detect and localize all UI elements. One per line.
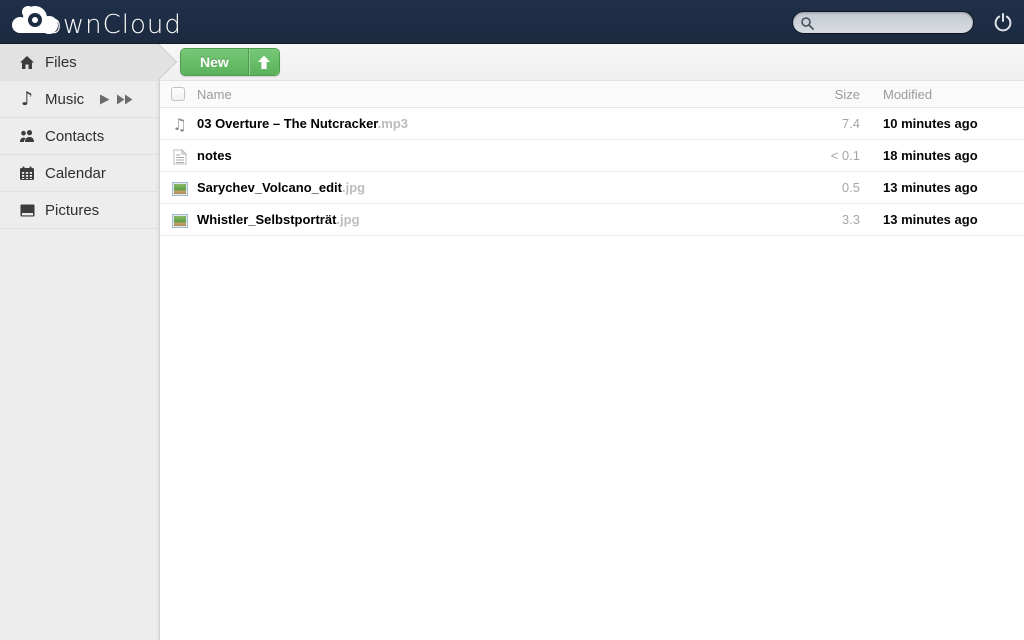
file-size: 7.4	[841, 116, 860, 131]
contacts-icon	[18, 129, 36, 143]
file-size: 0.5	[841, 180, 860, 195]
file-name[interactable]: Sarychev_Volcano_edit.jpg	[197, 180, 365, 195]
search-box[interactable]	[792, 11, 974, 34]
search-icon	[800, 16, 814, 30]
play-icon[interactable]	[98, 93, 111, 106]
document-file-icon	[171, 148, 188, 165]
home-icon	[18, 55, 36, 70]
upload-button[interactable]	[247, 49, 279, 75]
music-note-icon: ♪	[20, 87, 34, 110]
app-title: ownCloud	[46, 9, 182, 40]
file-extension: .jpg	[336, 212, 360, 227]
file-extension: .jpg	[342, 180, 366, 195]
sidebar-item-pictures[interactable]: Pictures	[0, 192, 159, 229]
file-size: 3.3	[841, 212, 860, 227]
file-modified: 10 minutes ago	[883, 116, 978, 131]
file-table-header: Name Size Modified	[160, 81, 1024, 108]
sidebar-nav: Files ♪ Music Contacts Calendar Pictures	[0, 43, 178, 640]
file-list: ♫ 03 Overture – The Nutcracker.mp3 7.4 1…	[160, 108, 1024, 236]
audio-file-icon: ♫	[172, 114, 187, 134]
image-file-icon	[171, 180, 188, 197]
upload-arrow-icon	[257, 55, 270, 69]
file-size: < 0.1	[830, 148, 860, 163]
calendar-icon	[18, 166, 36, 181]
file-name[interactable]: 03 Overture – The Nutcracker.mp3	[197, 116, 408, 131]
column-header-modified[interactable]: Modified	[883, 87, 932, 102]
sidebar-item-files[interactable]: Files	[0, 43, 178, 81]
image-file-icon	[171, 212, 188, 229]
main-content: New Name Size Modified ♫ 03 Overture – T…	[160, 44, 1024, 640]
pictures-icon	[18, 204, 36, 217]
music-player-controls	[98, 93, 134, 106]
table-row[interactable]: Whistler_Selbstporträt.jpg 3.3 13 minute…	[160, 204, 1024, 236]
cloud-logo-icon	[8, 2, 62, 45]
table-row[interactable]: Sarychev_Volcano_edit.jpg 0.5 13 minutes…	[160, 172, 1024, 204]
file-modified: 13 minutes ago	[883, 180, 978, 195]
sidebar-item-label: Music	[45, 90, 85, 108]
select-all-checkbox[interactable]	[171, 87, 185, 101]
sidebar-item-label: Pictures	[45, 201, 100, 219]
column-header-size[interactable]: Size	[835, 87, 860, 102]
file-name[interactable]: notes	[197, 148, 232, 163]
new-split-button: New	[180, 48, 280, 76]
logout-power-button[interactable]	[993, 12, 1013, 32]
sidebar-item-music[interactable]: ♪ Music	[0, 81, 159, 118]
table-row[interactable]: ♫ 03 Overture – The Nutcracker.mp3 7.4 1…	[160, 108, 1024, 140]
file-name[interactable]: Whistler_Selbstporträt.jpg	[197, 212, 360, 227]
sidebar-item-contacts[interactable]: Contacts	[0, 118, 159, 155]
file-modified: 13 minutes ago	[883, 212, 978, 227]
file-controls-bar: New	[160, 44, 1024, 81]
table-row[interactable]: notes < 0.1 18 minutes ago	[160, 140, 1024, 172]
sidebar-item-calendar[interactable]: Calendar	[0, 155, 159, 192]
new-button[interactable]: New	[181, 49, 248, 75]
column-header-name[interactable]: Name	[197, 87, 232, 102]
search-input[interactable]	[819, 15, 959, 30]
file-modified: 18 minutes ago	[883, 148, 978, 163]
owncloud-logo: ownCloud	[8, 2, 182, 45]
sidebar-item-label: Contacts	[45, 127, 105, 145]
sidebar-item-label: Calendar	[45, 164, 106, 182]
top-header-bar: ownCloud	[0, 0, 1024, 44]
skip-forward-icon[interactable]	[116, 93, 134, 106]
sidebar-item-label: Files	[45, 53, 77, 71]
file-extension: .mp3	[377, 116, 408, 131]
